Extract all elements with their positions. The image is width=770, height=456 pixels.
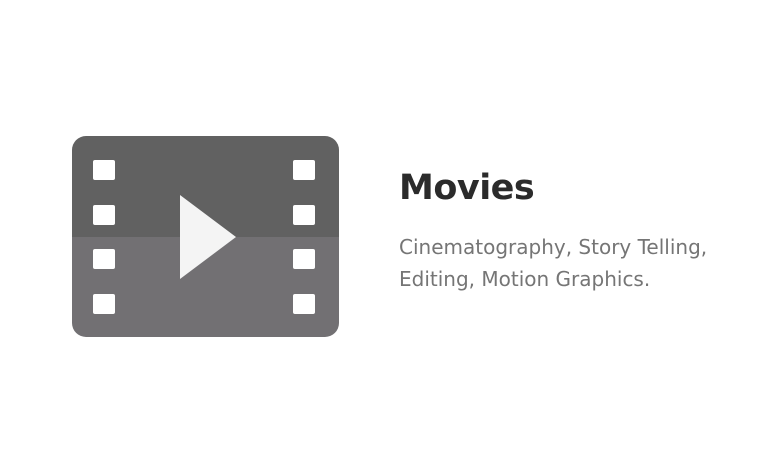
card-description-line: Cinematography, Story Telling,: [399, 235, 708, 259]
card-description: Cinematography, Story Telling, Editing, …: [399, 231, 759, 295]
card-text: Movies Cinematography, Story Telling, Ed…: [399, 166, 759, 295]
film-play-icon: [72, 136, 339, 337]
card-description-line: Editing, Motion Graphics.: [399, 267, 651, 291]
movies-card: Movies Cinematography, Story Telling, Ed…: [0, 0, 770, 456]
card-title: Movies: [399, 168, 535, 208]
